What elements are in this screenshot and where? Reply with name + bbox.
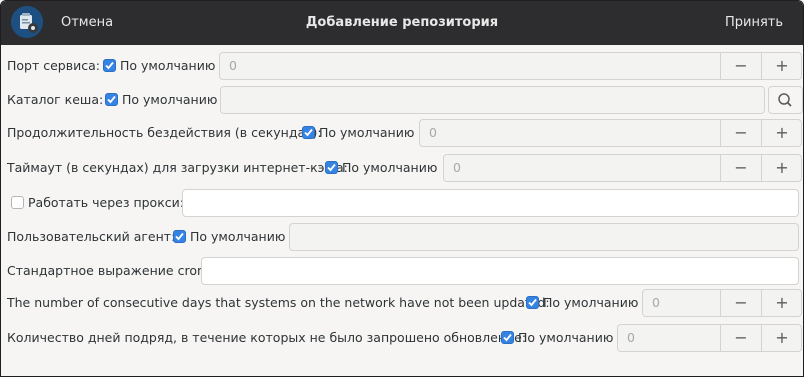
idle-duration-input[interactable]: 0 (419, 119, 721, 147)
check-icon (175, 232, 184, 241)
user-agent-default-checkbox[interactable] (173, 230, 186, 243)
proxy-label: Работать через прокси: (28, 195, 184, 210)
days-no-request-default-label: По умолчанию (518, 330, 614, 345)
service-port-value: 0 (229, 58, 237, 73)
check-icon (107, 95, 116, 104)
service-port-row: Порт сервиса: По умолчанию 0 − + (1, 52, 803, 80)
idle-duration-default-checkbox[interactable] (302, 126, 315, 139)
check-icon (105, 61, 114, 70)
cache-timeout-row: Таймаут (в секундах) для загрузки интерн… (1, 154, 803, 182)
dialog-window: Отмена Добавление репозитория Принять По… (0, 0, 804, 377)
cache-timeout-decrement-button[interactable]: − (721, 155, 762, 181)
cache-timeout-default-checkbox[interactable] (325, 161, 338, 174)
cache-timeout-increment-button[interactable]: + (762, 155, 802, 181)
accept-button[interactable]: Принять (725, 1, 783, 45)
cache-dir-default-checkbox[interactable] (105, 93, 118, 106)
days-no-request-label: Количество дней подряд, в течение которы… (7, 330, 527, 345)
days-no-request-default-checkbox[interactable] (501, 331, 514, 344)
search-icon (778, 93, 792, 107)
service-port-default-label: По умолчанию (120, 58, 216, 73)
user-agent-row: Пользовательский агент: По умолчанию (1, 223, 803, 251)
service-port-decrement-button[interactable]: − (721, 53, 762, 79)
days-no-request-spinner: − + (720, 324, 802, 352)
cache-timeout-input[interactable]: 0 (443, 154, 721, 182)
check-icon (528, 298, 537, 307)
days-no-request-input[interactable]: 0 (617, 324, 721, 352)
app-icon (11, 6, 43, 38)
cache-dir-row: Каталог кеша: По умолчанию (1, 86, 803, 114)
cache-timeout-value: 0 (453, 160, 461, 175)
idle-duration-label: Продолжительность бездействия (в секунда… (7, 125, 322, 140)
service-port-default-checkbox[interactable] (103, 59, 116, 72)
cache-dir-input[interactable] (220, 86, 765, 114)
cache-timeout-label: Таймаут (в секундах) для загрузки интерн… (7, 160, 348, 175)
days-no-request-decrement-button[interactable]: − (721, 325, 762, 351)
cache-timeout-spinner: − + (720, 154, 802, 182)
header-bar: Отмена Добавление репозитория Принять (1, 1, 803, 45)
service-port-label: Порт сервиса: (7, 58, 100, 73)
days-no-request-increment-button[interactable]: + (762, 325, 802, 351)
days-not-updated-decrement-button[interactable]: − (721, 290, 762, 316)
idle-duration-spinner: − + (720, 119, 802, 147)
service-port-input[interactable]: 0 (219, 52, 721, 80)
idle-duration-decrement-button[interactable]: − (721, 120, 762, 146)
check-icon (304, 128, 313, 137)
days-not-updated-row: The number of consecutive days that syst… (1, 289, 803, 317)
cron-label: Стандартное выражение cron: (7, 263, 210, 278)
check-icon (327, 163, 336, 172)
cache-dir-default-label: По умолчанию (122, 92, 218, 107)
idle-duration-row: Продолжительность бездействия (в секунда… (1, 119, 803, 147)
days-not-updated-default-label: По умолчанию (543, 295, 639, 310)
days-not-updated-default-checkbox[interactable] (526, 296, 539, 309)
cron-row: Стандартное выражение cron: (1, 257, 803, 285)
days-not-updated-spinner: − + (720, 289, 802, 317)
days-not-updated-increment-button[interactable]: + (762, 290, 802, 316)
proxy-row: Работать через прокси: (1, 189, 803, 217)
days-no-request-value: 0 (627, 330, 635, 345)
days-not-updated-value: 0 (652, 295, 660, 310)
idle-duration-default-label: По умолчанию (319, 125, 415, 140)
cache-dir-browse-button[interactable] (768, 86, 803, 114)
user-agent-label: Пользовательский агент: (7, 229, 176, 244)
cancel-button[interactable]: Отмена (61, 1, 113, 45)
service-port-spinner: − + (720, 52, 802, 80)
cron-input[interactable] (201, 257, 799, 285)
user-agent-input[interactable] (289, 223, 799, 251)
days-no-request-row: Количество дней подряд, в течение которы… (1, 324, 803, 352)
proxy-checkbox[interactable] (11, 196, 24, 209)
cache-dir-label: Каталог кеша: (7, 92, 104, 107)
service-port-increment-button[interactable]: + (762, 53, 802, 79)
proxy-input[interactable] (182, 189, 799, 217)
idle-duration-increment-button[interactable]: + (762, 120, 802, 146)
check-icon (503, 333, 512, 342)
idle-duration-value: 0 (429, 125, 437, 140)
cache-timeout-default-label: По умолчанию (342, 160, 438, 175)
days-not-updated-label: The number of consecutive days that syst… (7, 295, 550, 310)
dialog-title: Добавление репозитория (305, 15, 499, 30)
days-not-updated-input[interactable]: 0 (642, 289, 721, 317)
user-agent-default-label: По умолчанию (190, 229, 286, 244)
